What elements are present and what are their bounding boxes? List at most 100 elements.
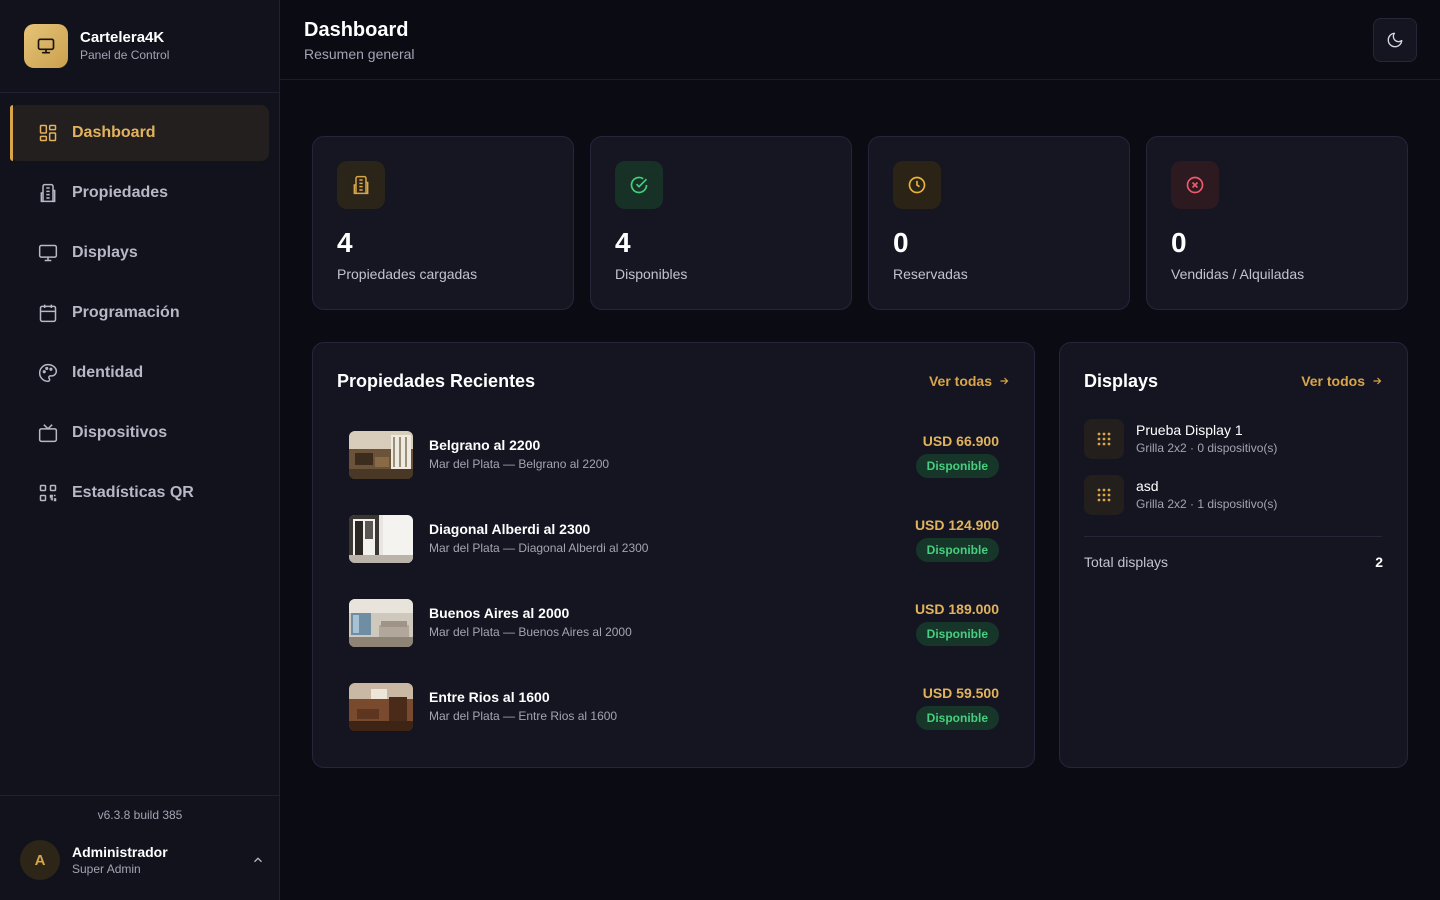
version-label: v6.3.8 build 385 <box>97 808 183 822</box>
display-name: asd <box>1136 478 1159 494</box>
sidebar-item-displays[interactable]: Displays <box>10 225 269 281</box>
sidebar: Cartelera4K Panel de Control Dashboard P… <box>0 0 280 900</box>
sidebar-divider <box>0 92 280 93</box>
stat-card-disponibles: 4 Disponibles <box>590 136 852 310</box>
ver-todas-link[interactable]: Ver todas <box>929 373 1010 389</box>
status-badge: Disponible <box>915 454 999 478</box>
stat-label: Propiedades cargadas <box>337 266 478 282</box>
arrow-right-icon <box>1373 377 1382 385</box>
property-price: USD 66.900 <box>922 433 999 449</box>
x-circle-icon <box>1171 161 1219 209</box>
sidebar-item-label: Estadísticas QR <box>72 484 194 501</box>
sidebar-item-label: Propiedades <box>72 184 169 201</box>
avatar: A <box>20 840 60 880</box>
divider <box>1084 536 1382 537</box>
ver-todos-link[interactable]: Ver todos <box>1301 373 1383 389</box>
sidebar-item-estadisticas-qr[interactable]: Estadísticas QR <box>10 465 269 521</box>
panel-title: Propiedades Recientes <box>337 371 536 391</box>
status-badge: Disponible <box>915 538 999 562</box>
property-row[interactable]: Diagonal Alberdi al 2300 Mar del Plata —… <box>349 515 999 563</box>
sidebar-nav: Dashboard Propiedades Displays Programac… <box>10 105 269 525</box>
brand[interactable]: Cartelera4K Panel de Control <box>24 24 169 68</box>
status-badge: Disponible <box>915 706 999 730</box>
sidebar-item-dashboard[interactable]: Dashboard <box>10 105 269 161</box>
stat-label: Reservadas <box>893 266 968 282</box>
display-row[interactable]: asd Grilla 2x2 · 1 dispositivo(s) <box>1084 475 1384 515</box>
property-row[interactable]: Belgrano al 2200 Mar del Plata — Belgran… <box>349 431 999 479</box>
brand-subtitle: Panel de Control <box>80 48 170 62</box>
sidebar-item-label: Identidad <box>72 364 144 381</box>
property-thumbnail <box>349 683 413 731</box>
monitor-icon <box>38 243 58 263</box>
property-address: Mar del Plata — Diagonal Alberdi al 2300 <box>429 541 649 555</box>
link-label: Ver todas <box>928 373 992 389</box>
stat-value: 0 <box>1171 227 1187 258</box>
building-icon <box>337 161 385 209</box>
display-name: Prueba Display 1 <box>1136 422 1243 438</box>
property-thumbnail <box>349 599 413 647</box>
stat-card-vendidas: 0 Vendidas / Alquiladas <box>1146 136 1408 310</box>
sidebar-item-identidad[interactable]: Identidad <box>10 345 269 401</box>
sidebar-item-label: Dispositivos <box>72 424 168 441</box>
property-thumbnail <box>349 431 413 479</box>
property-name: Entre Rios al 1600 <box>429 689 550 705</box>
sidebar-item-label: Programación <box>72 304 180 321</box>
property-price: USD 124.900 <box>914 517 999 533</box>
stat-card-reservadas: 0 Reservadas <box>868 136 1130 310</box>
property-name: Belgrano al 2200 <box>429 437 541 453</box>
calendar-icon <box>38 303 58 323</box>
building-icon <box>38 183 58 203</box>
sidebar-item-propiedades[interactable]: Propiedades <box>10 165 269 221</box>
monitor-icon <box>24 24 68 68</box>
stat-value: 0 <box>893 227 909 258</box>
panel-title: Displays <box>1084 371 1159 391</box>
sidebar-item-programacion[interactable]: Programación <box>10 285 269 341</box>
qr-code-icon <box>38 483 58 503</box>
chevron-up-icon <box>251 853 265 867</box>
palette-icon <box>38 363 58 383</box>
sidebar-item-label: Displays <box>72 244 138 261</box>
page-title: Dashboard <box>304 19 409 41</box>
stat-label: Vendidas / Alquiladas <box>1171 266 1305 282</box>
tv-icon <box>38 423 58 443</box>
displays-panel: Displays Ver todos Prueba Display 1 Gril… <box>1059 342 1408 768</box>
recent-properties-panel: Propiedades Recientes Ver todas Belgrano… <box>312 342 1035 768</box>
user-role: Super Admin <box>72 862 141 876</box>
dashboard-icon <box>38 123 58 143</box>
property-thumbnail <box>349 515 413 563</box>
brand-title: Cartelera4K <box>80 29 165 46</box>
link-label: Ver todos <box>1301 373 1365 389</box>
property-name: Buenos Aires al 2000 <box>429 605 570 621</box>
display-meta: Grilla 2x2 · 0 dispositivo(s) <box>1136 441 1278 455</box>
grid-icon <box>1084 419 1124 459</box>
status-badge: Disponible <box>915 622 999 646</box>
theme-toggle-button[interactable] <box>1373 18 1417 62</box>
total-displays-label: Total displays <box>1084 554 1169 570</box>
sidebar-item-label: Dashboard <box>72 124 156 141</box>
check-circle-icon <box>615 161 663 209</box>
sidebar-item-dispositivos[interactable]: Dispositivos <box>10 405 269 461</box>
property-address: Mar del Plata — Entre Rios al 1600 <box>429 709 618 723</box>
stat-label: Disponibles <box>615 266 688 282</box>
clock-icon <box>893 161 941 209</box>
property-price: USD 189.000 <box>914 601 999 617</box>
property-row[interactable]: Entre Rios al 1600 Mar del Plata — Entre… <box>349 683 999 731</box>
property-address: Mar del Plata — Belgrano al 2200 <box>429 457 610 471</box>
total-displays-value: 2 <box>1375 554 1383 570</box>
display-row[interactable]: Prueba Display 1 Grilla 2x2 · 0 disposit… <box>1084 419 1384 459</box>
user-name: Administrador <box>72 844 168 860</box>
property-price: USD 59.500 <box>922 685 999 701</box>
arrow-right-icon <box>1000 377 1009 385</box>
property-row[interactable]: Buenos Aires al 2000 Mar del Plata — Bue… <box>349 599 999 647</box>
page-subtitle: Resumen general <box>304 46 415 62</box>
stat-value: 4 <box>615 227 631 258</box>
property-address: Mar del Plata — Buenos Aires al 2000 <box>429 625 632 639</box>
stat-card-propiedades: 4 Propiedades cargadas <box>312 136 574 310</box>
moon-icon <box>1386 31 1404 49</box>
display-meta: Grilla 2x2 · 1 dispositivo(s) <box>1136 497 1278 511</box>
property-name: Diagonal Alberdi al 2300 <box>429 521 591 537</box>
stat-value: 4 <box>337 227 353 258</box>
top-header: Dashboard Resumen general <box>280 0 1440 80</box>
user-menu[interactable]: A Administrador Super Admin <box>20 840 265 880</box>
grid-icon <box>1084 475 1124 515</box>
